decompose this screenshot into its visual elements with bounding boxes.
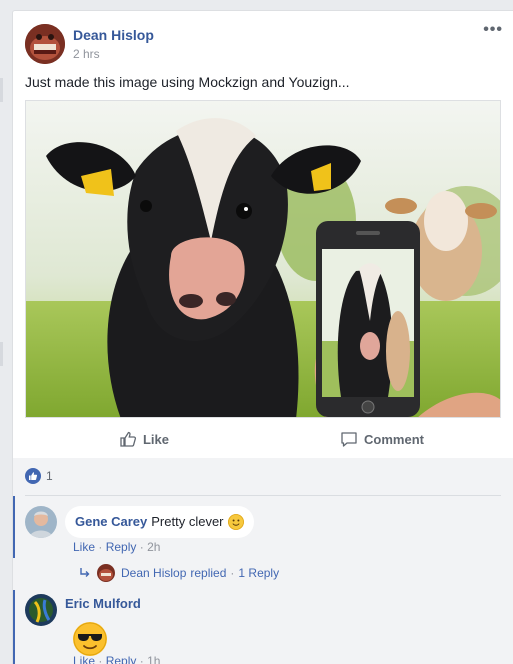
slightly-smiling-face-icon [227,514,244,530]
view-replies-link[interactable]: Dean Hislop replied · 1 Reply [79,564,279,582]
post-card: Dean Hislop 2 hrs ••• Just made this ima… [12,10,513,470]
separator-dot: · [230,566,235,580]
like-button[interactable]: Like [25,421,263,457]
replier-avatar [97,564,115,582]
reaction-summary[interactable]: 1 [25,468,53,484]
comment-text: Pretty clever [151,514,224,529]
comment-icon [341,432,357,447]
comment-thread-rail [13,590,15,664]
comment-author[interactable]: Eric Mulford [65,596,141,612]
post-timestamp[interactable]: 2 hrs [73,46,154,62]
comment-time[interactable]: 2h [147,540,160,554]
post-image[interactable] [25,100,501,418]
commenter-avatar[interactable] [25,594,57,626]
comment-actions: Like · Reply · 2h [73,540,161,554]
reply-action-text: replied [190,566,227,580]
comment-like-link[interactable]: Like [73,654,95,664]
comment-actions: Like · Reply · 1h [73,654,160,664]
comment-item: Gene Carey Pretty clever [25,506,254,538]
post-action-bar: Like Comment [25,421,501,457]
comment-time[interactable]: 1h [147,654,160,664]
post-header: Dean Hislop 2 hrs [25,23,154,65]
thumbs-up-icon [120,431,137,447]
commenter-avatar[interactable] [25,506,57,538]
post-text: Just made this image using Mockzign and … [25,74,350,90]
comment-thread-rail [13,496,15,558]
comment-reply-link[interactable]: Reply [106,540,137,554]
reaction-count: 1 [46,469,53,483]
sunglasses-face-icon [73,622,107,656]
more-options-button[interactable]: ••• [483,21,503,39]
comment-button-label: Comment [364,431,424,447]
reply-arrow-icon [80,568,90,577]
reply-count: 1 Reply [238,566,280,580]
like-button-label: Like [142,431,169,447]
comment-reply-link[interactable]: Reply [106,654,137,664]
replier-name: Dean Hislop [121,566,187,580]
left-column-edge [0,0,12,664]
author-name[interactable]: Dean Hislop [73,26,154,44]
comment-bubble: Gene Carey Pretty clever [65,506,254,538]
comment-author[interactable]: Gene Carey [75,514,147,530]
thumbs-up-icon [25,468,41,484]
edge-marker [0,78,3,102]
comment-like-link[interactable]: Like [73,540,95,554]
author-avatar[interactable] [25,24,65,64]
comment-button[interactable]: Comment [263,421,501,457]
divider [25,495,501,496]
comments-section: 1 Gene Carey Pretty clever Like · Reply … [12,458,513,664]
edge-marker [0,342,3,366]
